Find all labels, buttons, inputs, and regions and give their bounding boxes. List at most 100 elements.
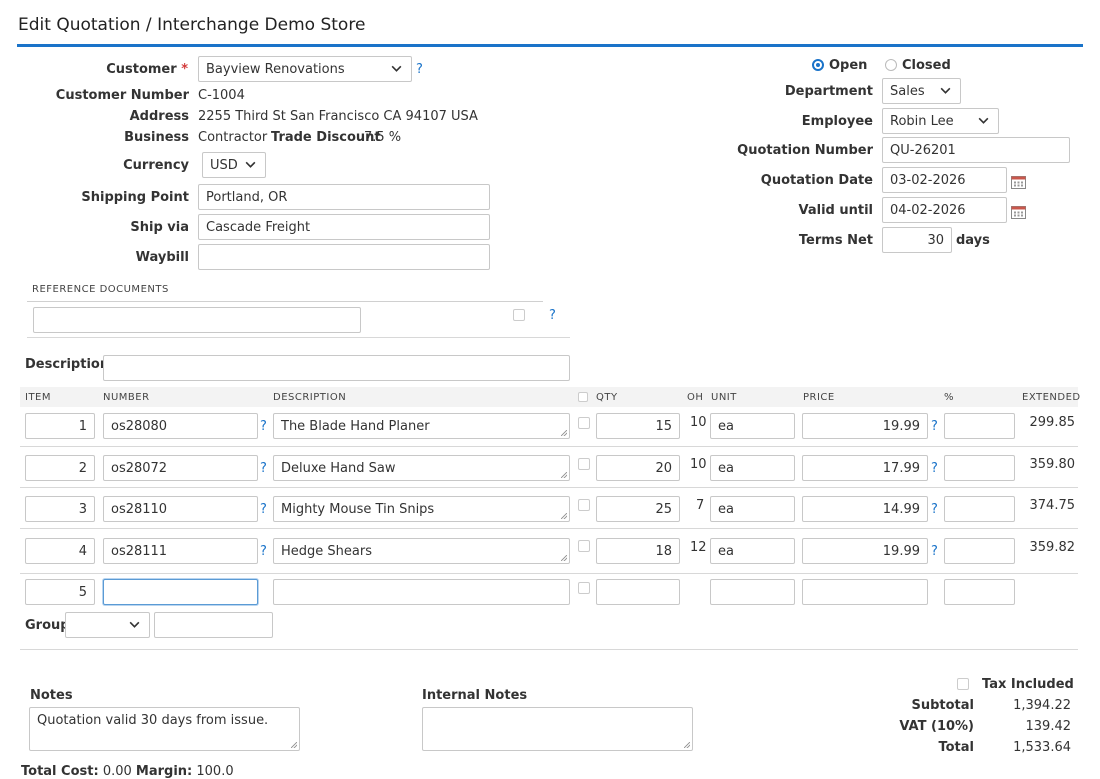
employee-label: Employee	[801, 114, 873, 129]
resize-handle-icon[interactable]	[684, 742, 690, 748]
row-oh: 10	[690, 457, 707, 472]
status-open-radio[interactable]	[812, 59, 824, 71]
row-description-input[interactable]: The Blade Hand Planer	[273, 413, 570, 439]
reference-document-input[interactable]	[33, 307, 361, 333]
terms-label: Terms Net	[798, 233, 873, 248]
reference-documents-heading: REFERENCE DOCUMENTS	[32, 284, 169, 295]
row-item-input[interactable]: 5	[25, 579, 95, 605]
row-price-input[interactable]: 19.99	[802, 538, 928, 564]
row-checkbox[interactable]	[578, 499, 590, 511]
customer-select-value: Bayview Renovations	[206, 62, 345, 77]
row-description-input[interactable]: Hedge Shears	[273, 538, 570, 564]
status-closed-label: Closed	[902, 58, 951, 73]
price-help-icon[interactable]: ?	[931, 419, 938, 434]
price-help-icon[interactable]: ?	[931, 502, 938, 517]
status-closed-radio[interactable]	[885, 59, 897, 71]
row-number-input[interactable]	[103, 579, 258, 605]
internal-notes-textarea[interactable]	[422, 707, 693, 751]
row-item-input[interactable]: 2	[25, 455, 95, 481]
resize-handle-icon[interactable]	[561, 430, 567, 436]
valid-until-input[interactable]: 04-02-2026	[882, 197, 1007, 223]
resize-handle-icon[interactable]	[561, 513, 567, 519]
resize-handle-icon[interactable]	[561, 555, 567, 561]
row-number-input[interactable]: os28072	[103, 455, 258, 481]
group-select[interactable]	[65, 612, 150, 638]
department-label: Department	[784, 84, 873, 99]
reference-help-icon[interactable]: ?	[549, 308, 556, 323]
description-label: Description	[25, 357, 110, 372]
row-description-input[interactable]: Mighty Mouse Tin Snips	[273, 496, 570, 522]
calendar-icon[interactable]	[1011, 205, 1026, 219]
quotation-number-input[interactable]: QU-26201	[882, 137, 1070, 163]
price-help-icon[interactable]: ?	[931, 544, 938, 559]
row-number-input[interactable]: os28080	[103, 413, 258, 439]
reference-checkbox[interactable]	[513, 309, 525, 321]
row-extended: 359.80	[1029, 457, 1076, 472]
row-item-input[interactable]: 1	[25, 413, 95, 439]
row-checkbox[interactable]	[578, 540, 590, 552]
tax-included-checkbox[interactable]	[957, 678, 969, 690]
price-help-icon[interactable]: ?	[931, 461, 938, 476]
resize-handle-icon[interactable]	[291, 742, 297, 748]
row-oh: 10	[690, 415, 707, 430]
row-description-input[interactable]: Deluxe Hand Saw	[273, 455, 570, 481]
row-discount-input[interactable]	[944, 579, 1015, 605]
customer-select[interactable]: Bayview Renovations	[198, 56, 412, 82]
row-divider	[20, 573, 1078, 574]
col-discount: %	[944, 392, 955, 403]
row-price-input[interactable]: 14.99	[802, 496, 928, 522]
part-help-icon[interactable]: ?	[260, 544, 267, 559]
tax-included-label: Tax Included	[982, 677, 1074, 692]
row-qty-input[interactable]: 25	[596, 496, 680, 522]
row-divider	[20, 446, 1078, 447]
group-input[interactable]	[154, 612, 273, 638]
total-label: Total	[938, 740, 974, 755]
row-checkbox[interactable]	[578, 458, 590, 470]
employee-select[interactable]: Robin Lee	[882, 108, 999, 134]
row-unit-input[interactable]: ea	[710, 455, 795, 481]
calendar-icon[interactable]	[1011, 175, 1026, 189]
description-input[interactable]	[103, 355, 570, 381]
row-oh: 7	[696, 498, 705, 513]
row-extended: 374.75	[1029, 498, 1076, 513]
select-all-checkbox[interactable]	[578, 392, 588, 402]
row-item-input[interactable]: 3	[25, 496, 95, 522]
page-title: Edit Quotation / Interchange Demo Store	[18, 15, 366, 35]
quotation-date-input[interactable]: 03-02-2026	[882, 167, 1007, 193]
row-price-input[interactable]: 17.99	[802, 455, 928, 481]
trade-discount-value: 7.5 %	[364, 130, 402, 145]
row-divider	[20, 528, 1078, 529]
department-select[interactable]: Sales	[882, 78, 961, 104]
row-unit-input[interactable]	[710, 579, 795, 605]
row-qty-input[interactable]: 15	[596, 413, 680, 439]
row-price-input[interactable]	[802, 579, 928, 605]
ship-via-input[interactable]: Cascade Freight	[198, 214, 490, 240]
shipping-point-input[interactable]: Portland, OR	[198, 184, 490, 210]
customer-help-icon[interactable]: ?	[416, 62, 423, 77]
part-help-icon[interactable]: ?	[260, 461, 267, 476]
row-description-input[interactable]	[273, 579, 570, 605]
row-unit-input[interactable]: ea	[710, 496, 795, 522]
row-number-input[interactable]: os28110	[103, 496, 258, 522]
row-qty-input[interactable]: 20	[596, 455, 680, 481]
group-label: Group	[25, 618, 70, 633]
part-help-icon[interactable]: ?	[260, 502, 267, 517]
row-unit-input[interactable]: ea	[710, 538, 795, 564]
row-qty-input[interactable]	[596, 579, 680, 605]
currency-select[interactable]: USD	[202, 152, 266, 178]
row-price-input[interactable]: 19.99	[802, 413, 928, 439]
resize-handle-icon[interactable]	[561, 472, 567, 478]
row-checkbox[interactable]	[578, 417, 590, 429]
customer-number-label: Customer Number	[55, 88, 189, 103]
col-number: NUMBER	[103, 392, 150, 403]
ship-via-label: Ship via	[130, 220, 189, 235]
terms-input[interactable]: 30	[882, 227, 952, 253]
row-checkbox[interactable]	[578, 582, 590, 594]
row-qty-input[interactable]: 18	[596, 538, 680, 564]
waybill-input[interactable]	[198, 244, 490, 270]
part-help-icon[interactable]: ?	[260, 419, 267, 434]
notes-textarea[interactable]: Quotation valid 30 days from issue.	[29, 707, 300, 751]
row-number-input[interactable]: os28111	[103, 538, 258, 564]
row-item-input[interactable]: 4	[25, 538, 95, 564]
row-unit-input[interactable]: ea	[710, 413, 795, 439]
